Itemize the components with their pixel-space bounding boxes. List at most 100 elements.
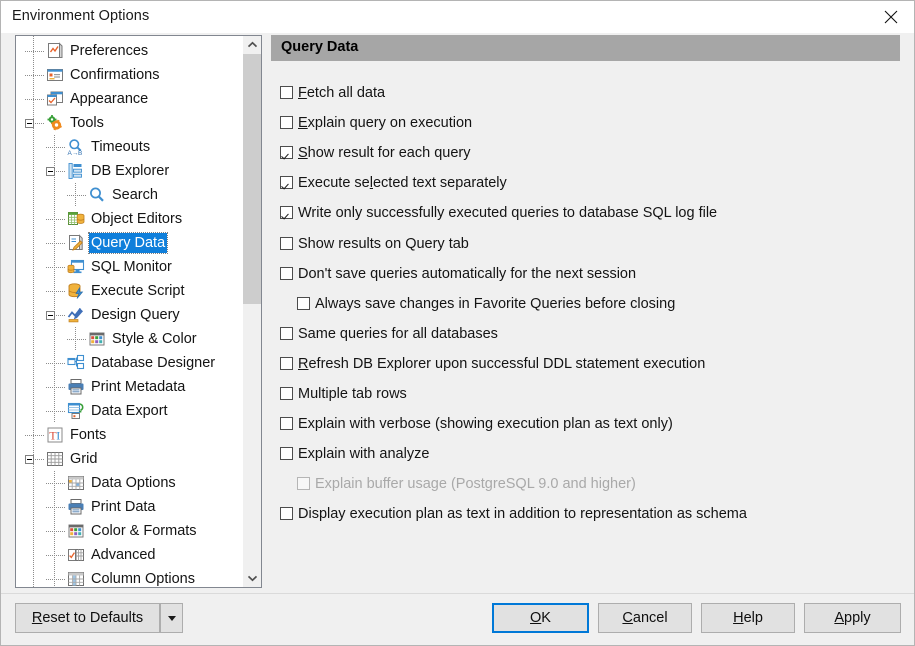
fonts-icon: TI: [46, 426, 64, 444]
checkbox-box: [297, 477, 310, 490]
checkbox-box: [280, 327, 293, 340]
sidebar-item-database-designer[interactable]: Database Designer: [16, 351, 242, 375]
column-options-icon: [67, 570, 85, 587]
tree-item-label: Print Metadata: [91, 379, 186, 395]
close-button[interactable]: [868, 1, 914, 32]
help-button[interactable]: Help: [701, 603, 795, 633]
query-data-icon: [67, 234, 85, 252]
sidebar-item-data-export[interactable]: Data Export: [16, 399, 242, 423]
chevron-up-icon: [247, 41, 257, 48]
cancel-button[interactable]: Cancel: [598, 603, 692, 633]
color-formats-icon: [67, 522, 85, 540]
checkbox-label: Explain with verbose (showing execution …: [298, 416, 673, 432]
checkbox-label: Explain query on execution: [298, 115, 473, 131]
tree-item-label: Data Options: [91, 475, 176, 491]
sidebar-item-grid[interactable]: Grid: [16, 447, 242, 471]
checkbox-label: Don't save queries automatically for the…: [298, 266, 637, 282]
tree-item-label: Fonts: [70, 427, 107, 443]
tree-item-label: Design Query: [91, 307, 180, 323]
search-icon: [88, 186, 106, 204]
scroll-up-button[interactable]: [243, 36, 261, 54]
checkbox-box: [280, 176, 293, 189]
tree-connector: [46, 411, 66, 412]
sidebar-item-search[interactable]: Search: [16, 183, 242, 207]
sidebar-item-timeouts[interactable]: A → B Timeouts: [16, 135, 242, 159]
checkbox-label: Multiple tab rows: [298, 386, 407, 402]
reset-to-defaults-dropdown-button[interactable]: [160, 603, 183, 633]
options-header-title: Query Data: [281, 39, 359, 55]
settings-tree-panel: Preferences Confirmations Appearance Tools A…: [15, 35, 262, 588]
sidebar-item-confirmations[interactable]: Confirmations: [16, 63, 242, 87]
tree-item-label: Search: [112, 187, 158, 203]
sidebar-item-style-color[interactable]: Style & Color: [16, 327, 242, 351]
tree-scrollbar-thumb[interactable]: [243, 54, 261, 304]
checkbox-label: Show result for each query: [298, 145, 471, 161]
tree-scrollbar[interactable]: [242, 36, 261, 587]
ok-button-label: OK: [530, 610, 551, 626]
tree-connector: [46, 267, 66, 268]
sidebar-item-design-query[interactable]: Design Query: [16, 303, 242, 327]
tree-connector: [46, 243, 66, 244]
print-metadata-icon: [67, 378, 85, 396]
close-icon: [884, 10, 898, 23]
object-editors-icon: [67, 210, 85, 228]
sidebar-item-object-editors[interactable]: Object Editors: [16, 207, 242, 231]
sidebar-item-color-formats[interactable]: Color & Formats: [16, 519, 242, 543]
tree-connector: [25, 99, 45, 100]
checkbox-label: Explain buffer usage (PostgreSQL 9.0 and…: [315, 476, 636, 492]
sidebar-item-advanced[interactable]: Advanced: [16, 543, 242, 567]
tree-expander-minus-icon[interactable]: [46, 167, 55, 176]
sidebar-item-tools[interactable]: Tools: [16, 111, 242, 135]
advanced-icon: [67, 546, 85, 564]
tree-connector: [46, 363, 66, 364]
checkbox-box: [280, 357, 293, 370]
sidebar-item-preferences[interactable]: Preferences: [16, 39, 242, 63]
svg-text:B: B: [78, 150, 82, 156]
sidebar-item-column-options[interactable]: Column Options: [16, 567, 242, 587]
checkbox-box: [280, 507, 293, 520]
sidebar-item-data-options[interactable]: Data Options: [16, 471, 242, 495]
tree-connector: [25, 75, 45, 76]
tools-icon: [46, 114, 64, 132]
tree-item-label: Data Export: [91, 403, 168, 419]
sidebar-item-print-data[interactable]: Print Data: [16, 495, 242, 519]
checkbox-box: [280, 206, 293, 219]
checkbox-box: [280, 417, 293, 430]
scroll-down-button[interactable]: [243, 569, 261, 587]
sidebar-item-sql-monitor[interactable]: SQL Monitor: [16, 255, 242, 279]
sidebar-item-execute-script[interactable]: Execute Script: [16, 279, 242, 303]
dialog-button-bar: Reset to Defaults OK Cancel Help Apply: [1, 594, 914, 645]
caret-down-icon: [167, 615, 176, 621]
tree-item-label: Column Options: [91, 571, 195, 587]
sidebar-item-db-explorer[interactable]: DB Explorer: [16, 159, 242, 183]
tree-connector: [46, 147, 66, 148]
sidebar-item-query-data[interactable]: Query Data: [16, 231, 242, 255]
sidebar-item-print-metadata[interactable]: Print Metadata: [16, 375, 242, 399]
sidebar-item-fonts[interactable]: T I Fonts: [16, 423, 242, 447]
tree-connector: [46, 219, 66, 220]
sidebar-item-appearance[interactable]: Appearance: [16, 87, 242, 111]
settings-tree[interactable]: Preferences Confirmations Appearance Tools A…: [16, 36, 242, 587]
reset-to-defaults-button[interactable]: Reset to Defaults: [15, 603, 160, 633]
checkbox-box: [280, 146, 293, 159]
tree-item-label: Preferences: [70, 43, 149, 59]
checkbox-box: [280, 387, 293, 400]
checkbox-box: [280, 267, 293, 280]
checkbox-box: [297, 297, 310, 310]
tree-expander-minus-icon[interactable]: [25, 119, 34, 128]
tree-item-label: Query Data: [87, 232, 169, 254]
tree-item-label: Database Designer: [91, 355, 216, 371]
svg-text:I: I: [56, 429, 60, 443]
tree-item-label: Color & Formats: [91, 523, 197, 539]
checkbox-box: [280, 237, 293, 250]
apply-button[interactable]: Apply: [804, 603, 901, 633]
tree-connector: [25, 435, 45, 436]
tree-item-label: Appearance: [70, 91, 149, 107]
tree-item-label: Timeouts: [91, 139, 151, 155]
help-button-label: Help: [733, 610, 763, 626]
tree-expander-minus-icon[interactable]: [46, 311, 55, 320]
tree-item-label: Execute Script: [91, 283, 185, 299]
ok-button[interactable]: OK: [492, 603, 589, 633]
print-data-icon: [67, 498, 85, 516]
tree-expander-minus-icon[interactable]: [25, 455, 34, 464]
